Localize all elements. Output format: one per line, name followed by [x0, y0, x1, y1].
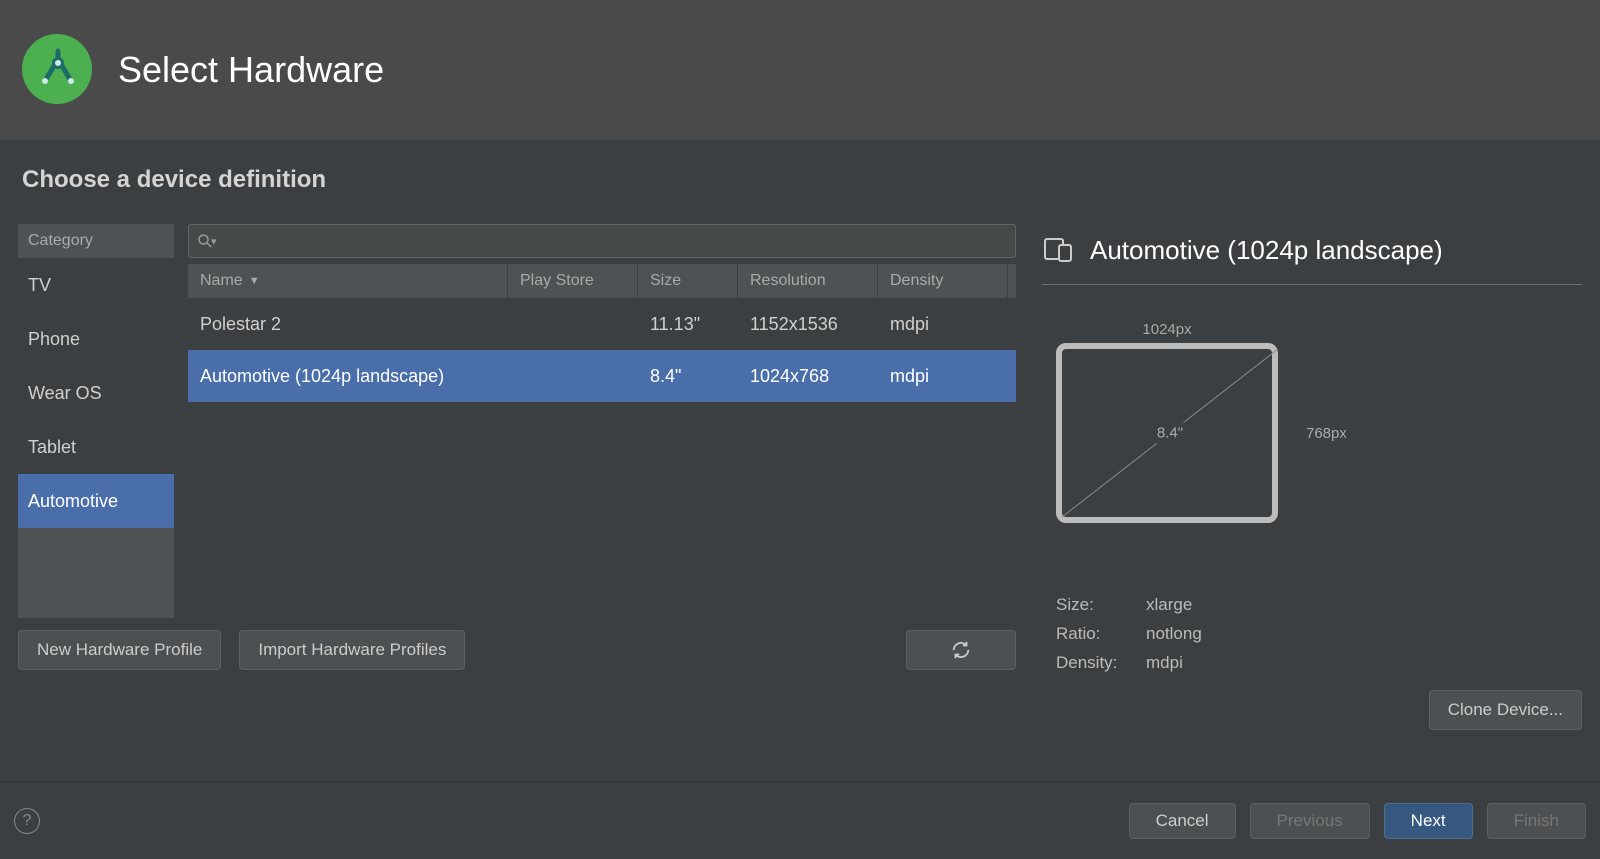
spec-ratio-label: Ratio:: [1056, 620, 1146, 649]
col-name[interactable]: Name ▼: [188, 264, 508, 298]
sort-desc-icon: ▼: [249, 275, 260, 287]
table-header: Name ▼ Play Store Size Resolution Densit…: [188, 264, 1016, 298]
category-tv[interactable]: TV: [18, 258, 174, 312]
import-hardware-profiles-button[interactable]: Import Hardware Profiles: [239, 630, 465, 670]
dim-height-label: 768px: [1306, 425, 1347, 442]
device-preview: 1024px 768px 8.4": [1056, 325, 1376, 555]
footer-bar: ? Cancel Previous Next Finish: [0, 781, 1600, 859]
table-row[interactable]: Automotive (1024p landscape) 8.4" 1024x7…: [188, 350, 1016, 402]
col-size[interactable]: Size: [638, 264, 738, 298]
spec-density-value: mdpi: [1146, 649, 1183, 678]
spec-size-label: Size:: [1056, 591, 1146, 620]
search-input[interactable]: [221, 232, 1007, 250]
category-header: Category: [18, 224, 174, 258]
dim-width-label: 1024px: [1056, 321, 1278, 338]
dropdown-caret-icon: ▾: [211, 235, 217, 248]
category-sidebar: Category TV Phone Wear OS Tablet Automot…: [18, 224, 174, 618]
spec-size-value: xlarge: [1146, 591, 1192, 620]
diagonal-label: 8.4": [1151, 423, 1189, 444]
help-button[interactable]: ?: [14, 808, 40, 834]
refresh-icon: [950, 639, 972, 661]
next-button[interactable]: Next: [1384, 803, 1473, 839]
category-wear-os[interactable]: Wear OS: [18, 366, 174, 420]
category-automotive[interactable]: Automotive: [18, 474, 174, 528]
android-studio-logo: [22, 34, 94, 106]
spec-density-label: Density:: [1056, 649, 1146, 678]
preview-title: Automotive (1024p landscape): [1090, 235, 1443, 266]
col-density[interactable]: Density: [878, 264, 1008, 298]
cancel-button[interactable]: Cancel: [1129, 803, 1236, 839]
subtitle: Choose a device definition: [22, 166, 1582, 194]
col-play-store[interactable]: Play Store: [508, 264, 638, 298]
finish-button[interactable]: Finish: [1487, 803, 1586, 839]
preview-panel: Automotive (1024p landscape) 1024px 768p…: [1042, 224, 1582, 730]
devices-icon: [1042, 234, 1074, 266]
new-hardware-profile-button[interactable]: New Hardware Profile: [18, 630, 221, 670]
refresh-button[interactable]: [906, 630, 1016, 670]
header-bar: Select Hardware: [0, 0, 1600, 140]
device-table: Name ▼ Play Store Size Resolution Densit…: [188, 264, 1016, 618]
table-row[interactable]: Polestar 2 11.13" 1152x1536 mdpi: [188, 298, 1016, 350]
specs: Size: xlarge Ratio: notlong Density: mdp…: [1056, 591, 1582, 678]
content-area: Choose a device definition Category TV P…: [0, 140, 1600, 781]
compass-icon: [35, 47, 81, 93]
category-phone[interactable]: Phone: [18, 312, 174, 366]
page-title: Select Hardware: [118, 49, 384, 91]
spec-ratio-value: notlong: [1146, 620, 1202, 649]
col-resolution[interactable]: Resolution: [738, 264, 878, 298]
search-box[interactable]: ▾: [188, 224, 1016, 258]
clone-device-button[interactable]: Clone Device...: [1429, 690, 1582, 730]
category-tablet[interactable]: Tablet: [18, 420, 174, 474]
previous-button[interactable]: Previous: [1250, 803, 1370, 839]
